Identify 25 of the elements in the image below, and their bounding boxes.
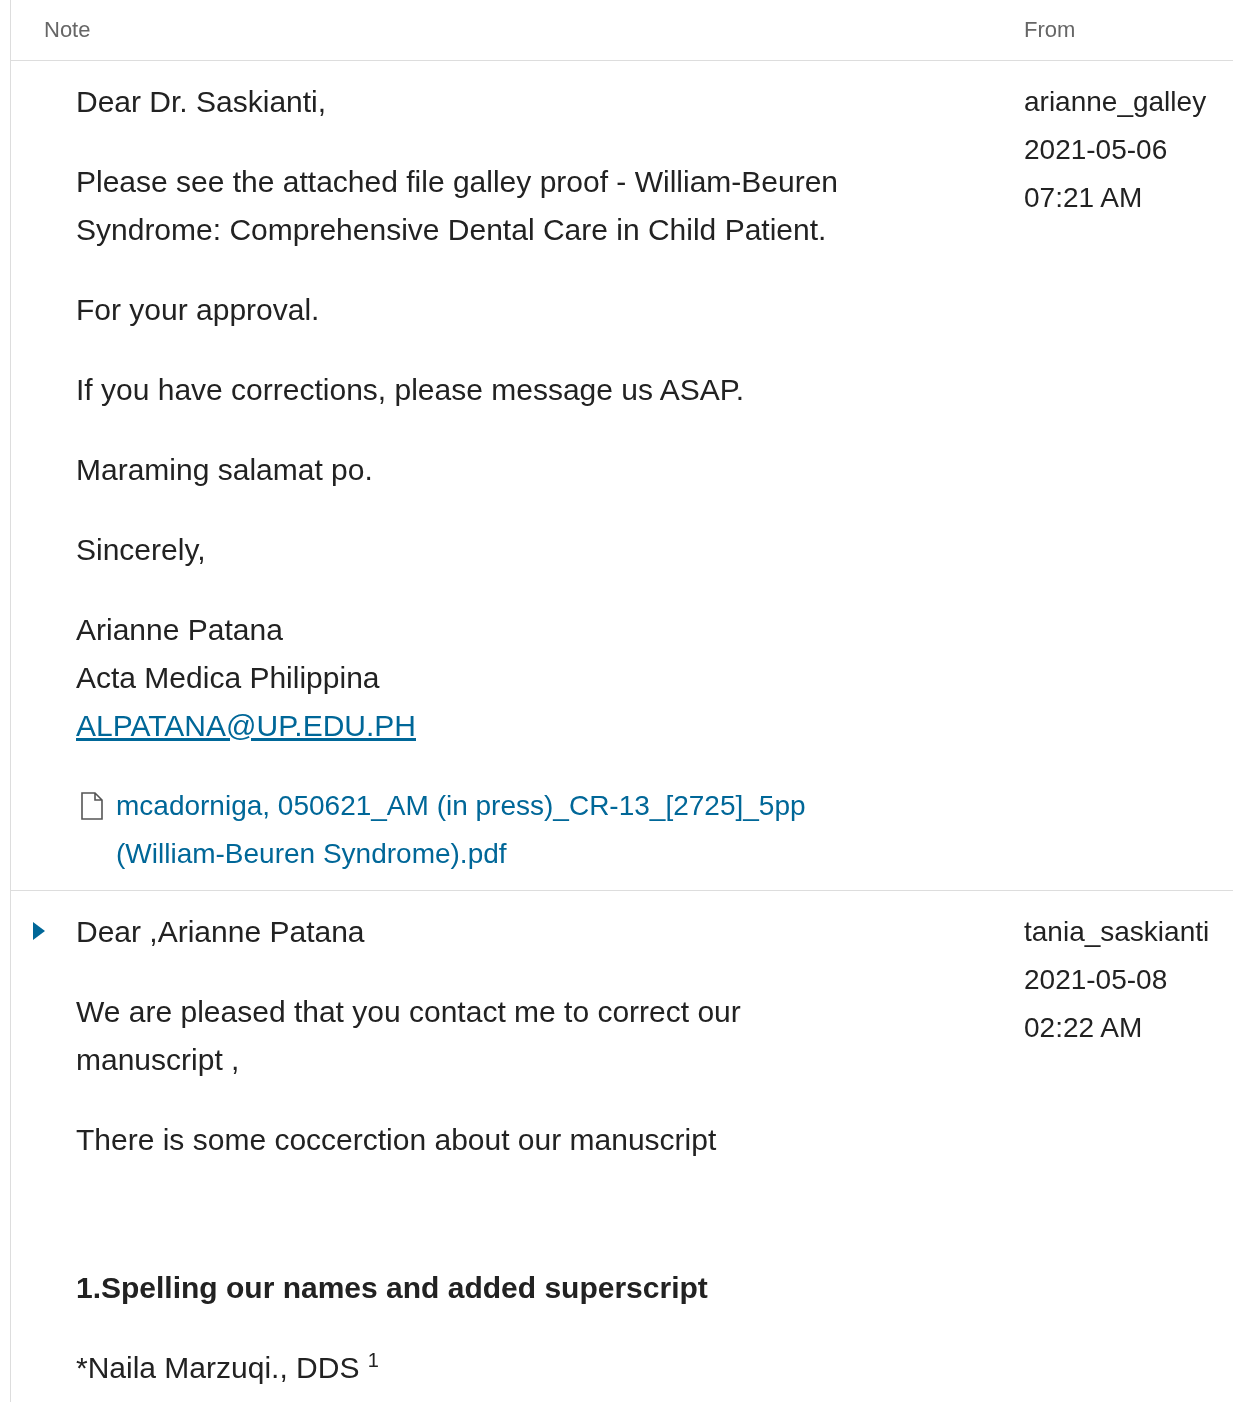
note-paragraph: Dear ,Arianne Patana [76, 914, 366, 950]
sender-username: arianne_galley [1024, 85, 1208, 119]
note-paragraph: Please see the attached file galley proof - William-Beuren Syndrome: Comprehensive Dental Care in Child Patient. [76, 164, 840, 248]
note-paragraph: Maraming salamat po. [76, 452, 374, 488]
note-time: 02:22 AM [1024, 1011, 1144, 1045]
note-paragraph: If you have corrections, please message us ASAP. [76, 372, 746, 408]
email-link[interactable]: ALPATANA@UP.EDU.PH [76, 709, 416, 742]
section-heading: 1.Spelling our names and added superscript [76, 1270, 709, 1306]
column-header: Note [43, 17, 92, 43]
file-icon [80, 792, 104, 820]
note-time: 07:21 AM [1024, 181, 1144, 215]
author-line: *Naila Marzuqi., DDS $^{1}$ [76, 1348, 380, 1386]
note-paragraph: Sincerely, [76, 532, 207, 568]
note-paragraph: We are pleased that you contact me to correct our manuscript , [76, 994, 742, 1078]
note-paragraph: Dear Dr. Saskianti, [76, 84, 328, 120]
attachment-link[interactable]: mcadorniga, 050621_AM (in press)_CR-13_[2725]_5pp (William-Beuren Syndrome).pdf [116, 782, 816, 878]
signature-line: Arianne Patana [76, 612, 284, 648]
signature-line: Acta Medica Philippina [76, 660, 381, 696]
column-header: From [1024, 17, 1077, 43]
sender-username: tania_saskianti [1024, 915, 1211, 949]
note-date: 2021-05-06 [1024, 133, 1169, 167]
note-paragraph: For your approval. [76, 292, 321, 328]
expand-arrow-icon[interactable] [33, 922, 45, 940]
note-paragraph: There is some coccerction about our manuscript [76, 1122, 718, 1158]
note-date: 2021-05-08 [1024, 963, 1169, 997]
